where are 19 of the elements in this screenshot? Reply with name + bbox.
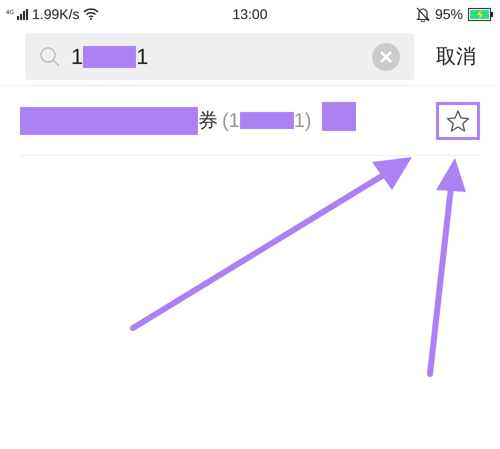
battery-percent: 95% <box>434 4 463 24</box>
contact-id: 1) <box>294 108 312 134</box>
bell-off-icon <box>416 6 430 22</box>
search-icon <box>39 46 61 68</box>
signal-icon <box>17 8 30 20</box>
cancel-button[interactable]: 取消 <box>436 42 476 72</box>
contact-id: (1 <box>222 108 240 134</box>
search-text: 1 <box>71 43 84 71</box>
search-text: 1 <box>136 43 148 71</box>
redaction-block <box>83 46 136 68</box>
contact-name: 券 <box>198 108 218 134</box>
result-row[interactable]: 券 (1 1) <box>20 86 480 156</box>
clock: 13:00 <box>231 4 269 24</box>
redaction-block <box>240 112 294 129</box>
star-icon[interactable] <box>446 108 470 132</box>
network-speed: 1.99K/s <box>32 4 80 24</box>
search-field[interactable]: 1 1 <box>25 33 414 80</box>
redaction-block <box>322 102 356 130</box>
wifi-icon <box>82 8 98 20</box>
